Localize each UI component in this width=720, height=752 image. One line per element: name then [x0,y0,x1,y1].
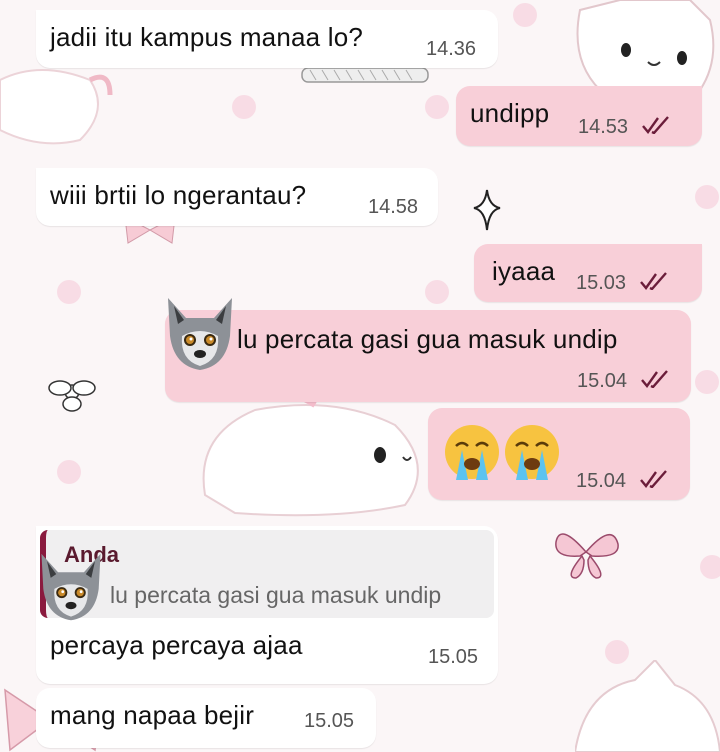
message-text: wiii brtii lo ngerantau? [50,180,307,210]
read-receipt-icon [640,272,667,290]
message-timestamp: 15.05 [428,646,479,668]
outgoing-message[interactable]: iyaaa 15.03 [474,244,702,302]
message-text: jadii itu kampus manaa lo? [50,22,364,52]
sparkle-illustration [473,189,501,231]
wallpaper-dot [513,3,537,27]
outgoing-message[interactable]: 15.04 [428,408,690,500]
incoming-message[interactable]: jadii itu kampus manaa lo? 14.36 [36,10,498,68]
message-timestamp: 14.58 [368,196,419,218]
outgoing-message[interactable]: undipp 14.53 [456,86,702,146]
message-timestamp: 15.04 [576,470,627,492]
flower-illustration [48,380,96,412]
basket-illustration [301,67,429,83]
read-receipt-icon [640,470,667,488]
outgoing-message[interactable]: lu percata gasi gua masuk undip 15.04 [165,310,691,402]
kitten-illustration [202,395,419,517]
butterfly-illustration [555,533,619,579]
wallpaper-dot [425,280,449,304]
wallpaper-dot [695,185,719,209]
wallpaper-dot [700,555,720,579]
crying-face-icon [445,425,559,480]
message-text: undipp [470,98,550,128]
message-timestamp: 14.36 [426,38,477,60]
incoming-message[interactable]: wiii brtii lo ngerantau? 14.58 [36,168,438,226]
kitten-illustration [0,69,113,145]
wallpaper-dot [695,370,719,394]
wolf-avatar-icon [168,298,232,370]
wallpaper-dot [425,95,449,119]
message-text: iyaaa [492,256,556,286]
wallpaper-dot [57,460,81,484]
message-text: lu percata gasi gua masuk undip [237,324,618,354]
quote-text: lu percata gasi gua masuk undip [110,582,442,608]
incoming-message[interactable]: mang napaa bejir 15.05 [36,688,376,748]
message-text: percaya percaya ajaa [50,630,303,660]
message-timestamp: 15.04 [577,370,628,392]
message-text: mang napaa bejir [50,700,255,730]
read-receipt-icon [642,116,669,134]
message-timestamp: 14.53 [578,116,629,138]
message-timestamp: 15.03 [576,272,627,294]
wolf-avatar-icon [41,553,101,621]
wallpaper-dot [57,280,81,304]
read-receipt-icon [641,370,668,388]
message-timestamp: 15.05 [304,710,355,732]
kitten-illustration [575,660,720,752]
wallpaper-dot [232,95,256,119]
